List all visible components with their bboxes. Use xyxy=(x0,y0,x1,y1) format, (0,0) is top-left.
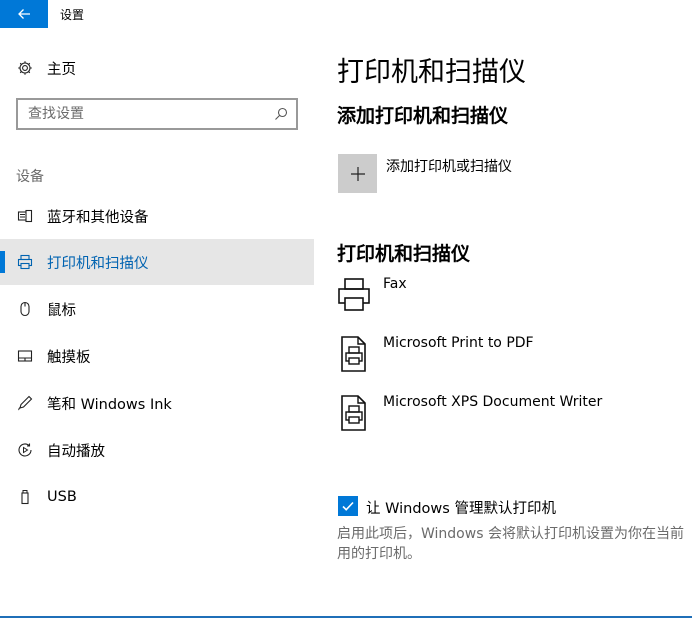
sidebar-item-bluetooth[interactable]: 蓝牙和其他设备 xyxy=(0,193,314,239)
title-bar: 设置 xyxy=(0,0,692,28)
pdf-printer-icon xyxy=(341,336,366,372)
sidebar-item-mouse[interactable]: 鼠标 xyxy=(0,286,314,332)
default-printer-description: 启用此项后，Windows 会将默认打印机设置为你在当前 用的打印机。 xyxy=(337,524,692,564)
default-printer-checkbox[interactable] xyxy=(338,496,358,516)
checkmark-icon xyxy=(342,501,354,511)
add-printer-button[interactable] xyxy=(338,154,377,193)
touchpad-icon xyxy=(15,346,35,366)
sidebar-item-label: 触摸板 xyxy=(47,349,91,366)
page-title: 打印机和扫描仪 xyxy=(337,57,526,88)
gear-icon xyxy=(15,58,35,78)
sidebar-item-label: 笔和 Windows Ink xyxy=(47,396,172,413)
window-title: 设置 xyxy=(60,8,85,22)
sidebar-item-usb[interactable]: USB xyxy=(0,474,314,520)
bluetooth-devices-icon xyxy=(15,206,35,226)
search-input[interactable] xyxy=(28,105,258,123)
description-line: 用的打印机。 xyxy=(337,546,421,562)
mouse-icon xyxy=(15,299,35,319)
back-button[interactable] xyxy=(0,0,48,28)
plus-icon xyxy=(350,166,365,181)
sidebar-item-touchpad[interactable]: 触摸板 xyxy=(0,333,314,379)
usb-icon xyxy=(15,487,35,507)
xps-printer-icon xyxy=(341,395,366,431)
sidebar-item-label: USB xyxy=(47,489,77,505)
search-icon[interactable] xyxy=(273,106,289,122)
sidebar-item-pen[interactable]: 笔和 Windows Ink xyxy=(0,380,314,426)
back-arrow-icon xyxy=(18,9,30,19)
selection-indicator xyxy=(0,251,5,273)
sidebar-item-autoplay[interactable]: 自动播放 xyxy=(0,427,314,473)
printer-icon xyxy=(15,252,35,272)
add-section-heading: 添加打印机和扫描仪 xyxy=(337,105,509,127)
sidebar-item-printers[interactable]: 打印机和扫描仪 xyxy=(0,239,314,285)
device-item-fax[interactable]: Fax xyxy=(336,276,692,324)
main-content: 打印机和扫描仪 添加打印机和扫描仪 添加打印机或扫描仪 打印机和扫描仪 Fax … xyxy=(314,28,692,618)
sidebar-item-label: 自动播放 xyxy=(47,443,105,460)
sidebar-item-label: 打印机和扫描仪 xyxy=(47,255,149,272)
fax-printer-icon xyxy=(338,278,370,311)
description-line: 启用此项后，Windows 会将默认打印机设置为你在当前 xyxy=(337,526,684,542)
default-printer-label[interactable]: 让 Windows 管理默认打印机 xyxy=(366,497,556,518)
device-name: Microsoft Print to PDF xyxy=(383,335,534,351)
device-item-xps[interactable]: Microsoft XPS Document Writer xyxy=(336,394,692,442)
section-heading-devices: 设备 xyxy=(16,169,44,185)
search-box[interactable] xyxy=(16,98,298,130)
sidebar: 主页 设备 蓝牙和其他设备 打印机和扫描仪 鼠标 触摸板 笔和 Win xyxy=(0,28,314,618)
sidebar-item-home[interactable]: 主页 xyxy=(0,45,314,91)
printers-list-heading: 打印机和扫描仪 xyxy=(337,243,471,265)
autoplay-icon xyxy=(15,440,35,460)
pen-icon xyxy=(15,393,35,413)
sidebar-item-label: 蓝牙和其他设备 xyxy=(47,209,149,226)
add-printer-label[interactable]: 添加打印机或扫描仪 xyxy=(386,156,512,176)
device-item-pdf[interactable]: Microsoft Print to PDF xyxy=(336,335,692,383)
device-name: Microsoft XPS Document Writer xyxy=(383,394,603,410)
sidebar-item-label: 主页 xyxy=(47,61,76,78)
device-name: Fax xyxy=(383,276,407,292)
sidebar-item-label: 鼠标 xyxy=(47,302,76,319)
